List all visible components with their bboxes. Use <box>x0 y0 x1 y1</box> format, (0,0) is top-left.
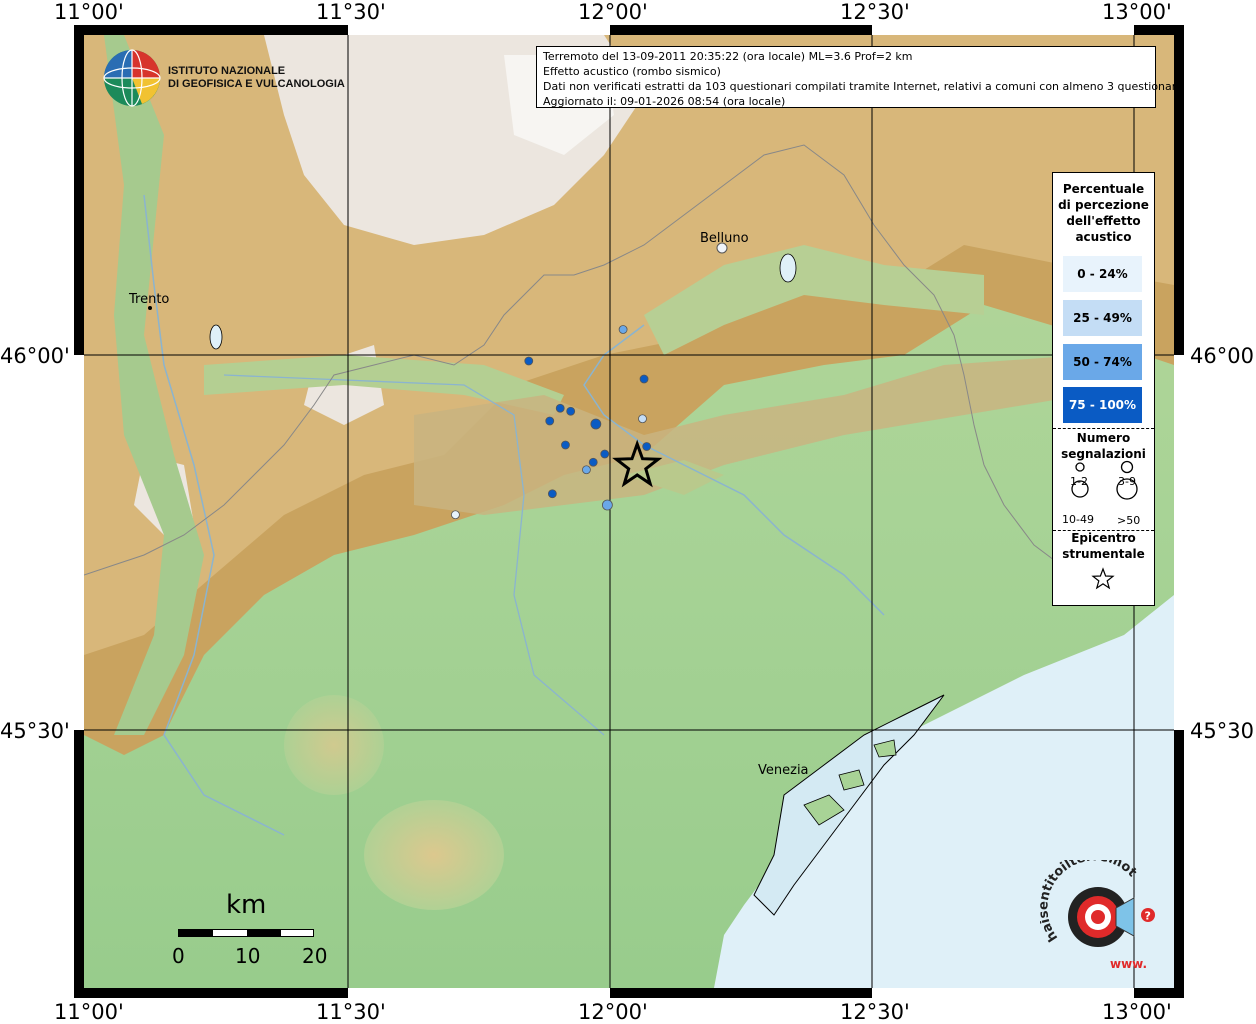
ingv-logo-text: ISTITUTO NAZIONALE DI GEOFISICA E VULCAN… <box>168 65 345 91</box>
legend-title-1: Percentuale <box>1062 182 1145 196</box>
map-svg <box>84 35 1174 988</box>
frame-tick-band-top <box>348 25 610 35</box>
frame-tick-band-left <box>74 355 84 730</box>
frame-tick-band-top-2 <box>872 25 1134 35</box>
scale-bar-segment-3 <box>247 930 281 936</box>
legend-size-label-10-49: 10-49 <box>1062 513 1094 526</box>
lat-label-right-45-30: 45°30' <box>1190 719 1256 743</box>
legend-count-title-1: Numero <box>1076 431 1131 445</box>
event-info-line4: Aggiornato il: 09-01-2026 08:54 (ora loc… <box>543 95 786 108</box>
legend: Percentuale di percezione dell'effetto a… <box>1052 172 1155 606</box>
event-info-line1: Terremoto del 13-09-2011 20:35:22 (ora l… <box>543 50 913 63</box>
lon-label-bottom-11-30: 11°30' <box>316 1000 386 1024</box>
euganean-hills <box>364 800 504 910</box>
place-label-trento: Trento <box>129 292 170 307</box>
lake-santa-croce <box>779 253 797 283</box>
legend-size-label-3-9: 3-9 <box>1118 475 1136 488</box>
observation-point[interactable] <box>451 510 460 520</box>
lon-label-bottom-12-00: 12°00' <box>578 1000 648 1024</box>
observation-point[interactable] <box>547 489 557 499</box>
observation-point[interactable] <box>566 406 576 416</box>
observation-point[interactable] <box>590 418 602 430</box>
ingv-logo-line2: DI GEOFISICA E VULCANOLOGIA <box>168 78 345 90</box>
legend-class-0: 0 - 24% <box>1063 256 1142 292</box>
legend-size-3-9-symbol <box>1120 460 1134 474</box>
legend-epicenter-star-icon <box>1091 567 1115 590</box>
observation-point[interactable] <box>600 449 610 459</box>
observation-point[interactable] <box>561 440 570 450</box>
legend-size-1-2-symbol <box>1075 462 1085 472</box>
lon-label-bottom-13-00: 13°00' <box>1102 1000 1172 1024</box>
observation-point[interactable] <box>582 465 591 475</box>
scale-bar <box>178 929 314 937</box>
scale-tick-0: 0 <box>172 944 185 968</box>
frame-tick-band-bottom-2 <box>872 988 1134 998</box>
place-label-belluno: Belluno <box>700 231 749 246</box>
event-info-box: Terremoto del 13-09-2011 20:35:22 (ora l… <box>536 46 1183 108</box>
ingv-logo <box>102 48 162 108</box>
lon-label-11-00: 11°00' <box>54 0 124 24</box>
legend-title-3: dell'effetto <box>1066 214 1141 228</box>
event-info-line3: Dati non verificati estratti da 103 ques… <box>543 80 1183 93</box>
legend-class-1: 25 - 49% <box>1063 300 1142 336</box>
berici-hills <box>284 695 384 795</box>
svg-text:?: ? <box>1145 910 1151 923</box>
scale-bar-segment-1 <box>179 930 213 936</box>
ingv-globe-icon <box>103 49 161 107</box>
legend-separator-1 <box>1053 428 1154 429</box>
scale-tick-10: 10 <box>235 944 261 968</box>
place-label-venezia: Venezia <box>758 763 809 778</box>
frame-tick-band-right <box>1174 355 1184 730</box>
lake-caldonazzo <box>209 324 223 350</box>
legend-title-4: acustico <box>1075 230 1132 244</box>
ingv-logo-line1: ISTITUTO NAZIONALE <box>168 65 286 77</box>
observation-point[interactable] <box>642 442 652 451</box>
observation-point[interactable] <box>618 325 628 334</box>
lat-label-left-46-00: 46°00' <box>0 344 70 368</box>
legend-epicenter-title-1: Epicentro <box>1071 531 1136 545</box>
lon-label-11-30: 11°30' <box>316 0 386 24</box>
lon-label-13-00: 13°00' <box>1102 0 1172 24</box>
legend-class-2: 50 - 74% <box>1063 344 1142 380</box>
scale-tick-20: 20 <box>302 944 328 968</box>
observation-point[interactable] <box>545 416 555 426</box>
haisentito-logo-svg: haisentitoilterremoto.it www. ? <box>1036 849 1155 971</box>
observation-point[interactable] <box>601 499 613 511</box>
observation-point[interactable] <box>555 403 565 413</box>
observation-point[interactable] <box>524 356 534 366</box>
event-info-line2: Effetto acustico (rombo sismico) <box>543 65 721 78</box>
scale-unit-label: km <box>226 890 267 920</box>
lon-label-12-00: 12°00' <box>578 0 648 24</box>
lat-label-right-46-00: 46°00' <box>1190 344 1256 368</box>
observation-point[interactable] <box>639 374 649 384</box>
legend-size-label-1-2: 1-2 <box>1070 475 1088 488</box>
map-area[interactable] <box>84 35 1174 988</box>
legend-class-3: 75 - 100% <box>1063 387 1142 423</box>
haisentito-logo[interactable]: haisentitoilterremoto.it www. ? <box>1036 849 1166 980</box>
lon-label-12-30: 12°30' <box>840 0 910 24</box>
haisentito-logo-www: www. <box>1110 957 1147 971</box>
legend-size-label-50: >50 <box>1117 514 1141 527</box>
lon-label-bottom-11-00: 11°00' <box>54 1000 124 1024</box>
legend-epicenter-title-2: strumentale <box>1062 547 1145 561</box>
observation-point[interactable] <box>588 457 598 467</box>
legend-size-symbols <box>1071 460 1138 500</box>
lon-label-bottom-12-30: 12°30' <box>840 1000 910 1024</box>
lat-label-left-45-30: 45°30' <box>0 719 70 743</box>
observation-point[interactable] <box>638 414 647 424</box>
frame-tick-band-bottom <box>348 988 610 998</box>
legend-title-2: di percezione <box>1058 198 1149 212</box>
